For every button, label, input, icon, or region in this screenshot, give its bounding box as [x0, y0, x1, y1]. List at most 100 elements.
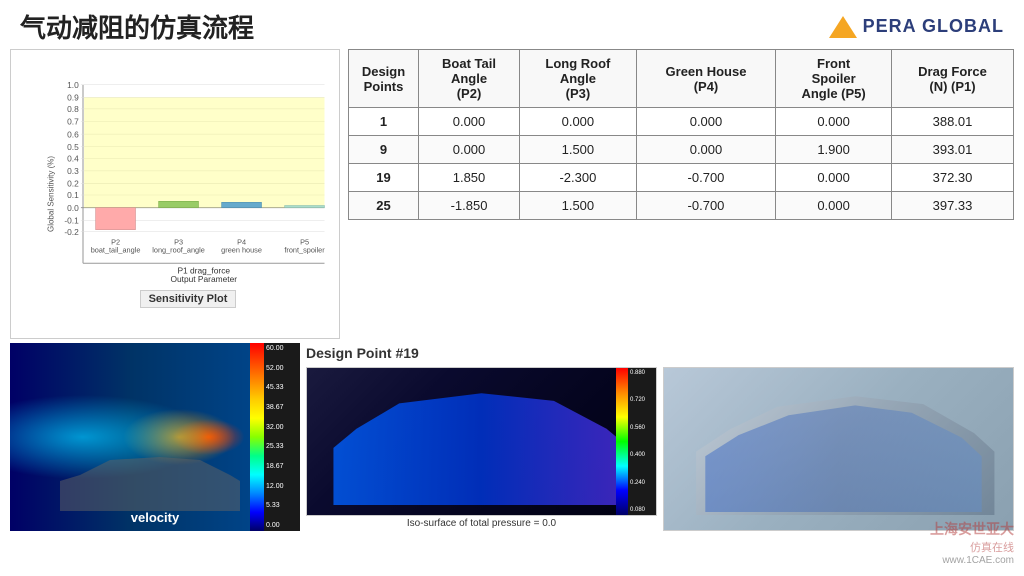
cb-label-2: 5.33 [266, 502, 284, 509]
col-header-p5: FrontSpoilerAngle (P5) [776, 50, 892, 108]
svg-text:0.7: 0.7 [67, 117, 79, 127]
bar-p5 [285, 206, 325, 208]
cell-dp-3: 25 [349, 192, 419, 220]
page-header: 气动减阻的仿真流程 PERA GLOBAL [0, 0, 1024, 49]
chart-inner: 1.0 0.9 0.8 0.7 0.6 0.5 0.4 0.3 [41, 64, 335, 284]
cell-val-3-3: -0.700 [636, 192, 775, 220]
cfd-3d-panel [663, 367, 1014, 531]
cb-label-max: 60.00 [266, 345, 284, 352]
cell-val-3-4: 0.000 [776, 192, 892, 220]
svg-text:-0.1: -0.1 [64, 215, 79, 225]
colorbar-velocity: 60.00 52.00 45.33 38.67 32.00 25.33 18.6… [250, 343, 300, 531]
cell-val-2-3: -0.700 [636, 164, 775, 192]
cb-label-min: 0.00 [266, 522, 284, 529]
table-body: 10.0000.0000.0000.000388.0190.0001.5000.… [349, 108, 1014, 220]
svg-text:0.8: 0.8 [67, 104, 79, 114]
cell-val-2-2: -2.300 [520, 164, 637, 192]
svg-text:0.5: 0.5 [67, 142, 79, 152]
bar-p4 [222, 202, 262, 207]
cell-dp-0: 1 [349, 108, 419, 136]
colorbar-gradient [250, 343, 264, 531]
svg-text:Output Parameter: Output Parameter [170, 274, 237, 284]
bar-p2 [96, 208, 136, 230]
cfd-velocity-image: 60.00 52.00 45.33 38.67 32.00 25.33 18.6… [10, 343, 300, 531]
col-header-dp: DesignPoints [349, 50, 419, 108]
svg-text:boat_tail_angle: boat_tail_angle [91, 246, 141, 255]
side-cfd-panel: 0.880 0.720 0.560 0.400 0.240 0.080 Iso-… [306, 367, 657, 531]
design-points-table: DesignPoints Boat TailAngle(P2) Long Roo… [348, 49, 1014, 220]
logo-text: PERA GLOBAL [863, 16, 1004, 37]
side-cb-max: 0.880 [630, 370, 645, 376]
svg-text:0.0: 0.0 [67, 203, 79, 213]
velocity-panel: 60.00 52.00 45.33 38.67 32.00 25.33 18.6… [10, 343, 300, 531]
bar-p3 [159, 201, 199, 207]
col-header-p1: Drag Force(N) (P1) [892, 50, 1014, 108]
cfd-3d-image [663, 367, 1014, 531]
cb-label-7: 38.67 [266, 404, 284, 411]
cb-label-9: 52.00 [266, 365, 284, 372]
bottom-right: Design Point #19 0.880 0.720 0.5 [306, 343, 1014, 531]
side-cb-2: 0.240 [630, 480, 645, 486]
page-title: 气动减阻的仿真流程 [20, 8, 254, 45]
cb-label-6: 32.00 [266, 424, 284, 431]
col-header-p2: Boat TailAngle(P2) [419, 50, 520, 108]
sensitivity-label: Sensitivity Plot [140, 290, 237, 308]
cell-val-3-5: 397.33 [892, 192, 1014, 220]
table-area: DesignPoints Boat TailAngle(P2) Long Roo… [348, 49, 1014, 339]
cell-val-0-3: 0.000 [636, 108, 775, 136]
cell-val-1-3: 0.000 [636, 136, 775, 164]
cb-label-8: 45.33 [266, 384, 284, 391]
sensitivity-label-box: Sensitivity Plot [140, 286, 237, 308]
svg-text:0.2: 0.2 [67, 179, 79, 189]
cell-val-1-1: 0.000 [419, 136, 520, 164]
cell-val-0-5: 388.01 [892, 108, 1014, 136]
cfd-side-colorbar: 0.880 0.720 0.560 0.400 0.240 0.080 [616, 368, 656, 515]
cell-dp-2: 19 [349, 164, 419, 192]
svg-text:0.3: 0.3 [67, 166, 79, 176]
cb-label-4: 18.67 [266, 463, 284, 470]
watermark-sub: 仿真在线 [930, 539, 1014, 555]
svg-text:-0.2: -0.2 [64, 227, 79, 237]
bottom-images: 0.880 0.720 0.560 0.400 0.240 0.080 Iso-… [306, 367, 1014, 531]
cell-val-1-2: 1.500 [520, 136, 637, 164]
main-content: Global Sensitivity (%) 1.0 0.9 [0, 49, 1024, 535]
cell-val-1-4: 1.900 [776, 136, 892, 164]
side-cb-min: 0.080 [630, 507, 645, 513]
watermark-cn: 上海安世亚大 [930, 519, 1014, 539]
cfd-side-car [317, 378, 646, 505]
side-cb-labels: 0.880 0.720 0.560 0.400 0.240 0.080 [630, 368, 645, 515]
table-row-3: 25-1.8501.500-0.7000.000397.33 [349, 192, 1014, 220]
table-header-row: DesignPoints Boat TailAngle(P2) Long Roo… [349, 50, 1014, 108]
watermark-url: www.1CAE.com [930, 555, 1014, 566]
cell-val-0-1: 0.000 [419, 108, 520, 136]
cell-val-3-2: 1.500 [520, 192, 637, 220]
velocity-label: velocity [131, 510, 179, 525]
logo-triangle-icon [829, 16, 857, 38]
svg-text:front_spoiler: front_spoiler [284, 246, 325, 255]
watermark: 上海安世亚大 仿真在线 www.1CAE.com [930, 519, 1014, 566]
svg-text:green house: green house [221, 246, 262, 255]
cell-val-0-4: 0.000 [776, 108, 892, 136]
cell-val-0-2: 0.000 [520, 108, 637, 136]
svg-text:long_roof_angle: long_roof_angle [152, 246, 205, 255]
table-row-1: 90.0001.5000.0001.900393.01 [349, 136, 1014, 164]
table-row-2: 191.850-2.300-0.7000.000372.30 [349, 164, 1014, 192]
cell-dp-1: 9 [349, 136, 419, 164]
cb-label-5: 25.33 [266, 443, 284, 450]
logo-area: PERA GLOBAL [829, 16, 1004, 38]
design-point-header: Design Point #19 [306, 343, 1014, 363]
svg-text:0.4: 0.4 [67, 153, 79, 163]
bottom-section: 60.00 52.00 45.33 38.67 32.00 25.33 18.6… [10, 343, 1014, 531]
cfd-side-inner: 0.880 0.720 0.560 0.400 0.240 0.080 [307, 368, 656, 515]
cell-val-1-5: 393.01 [892, 136, 1014, 164]
col-header-p3: Long RoofAngle(P3) [520, 50, 637, 108]
side-cb-4: 0.560 [630, 425, 645, 431]
svg-text:1.0: 1.0 [67, 80, 79, 90]
cell-val-2-5: 372.30 [892, 164, 1014, 192]
svg-text:0.9: 0.9 [67, 93, 79, 103]
col-header-p4: Green House(P4) [636, 50, 775, 108]
sensitivity-chart: 1.0 0.9 0.8 0.7 0.6 0.5 0.4 0.3 [41, 64, 335, 284]
cfd-3d-inner [664, 368, 1013, 530]
iso-label: Iso-surface of total pressure = 0.0 [306, 516, 657, 531]
table-row-0: 10.0000.0000.0000.000388.01 [349, 108, 1014, 136]
